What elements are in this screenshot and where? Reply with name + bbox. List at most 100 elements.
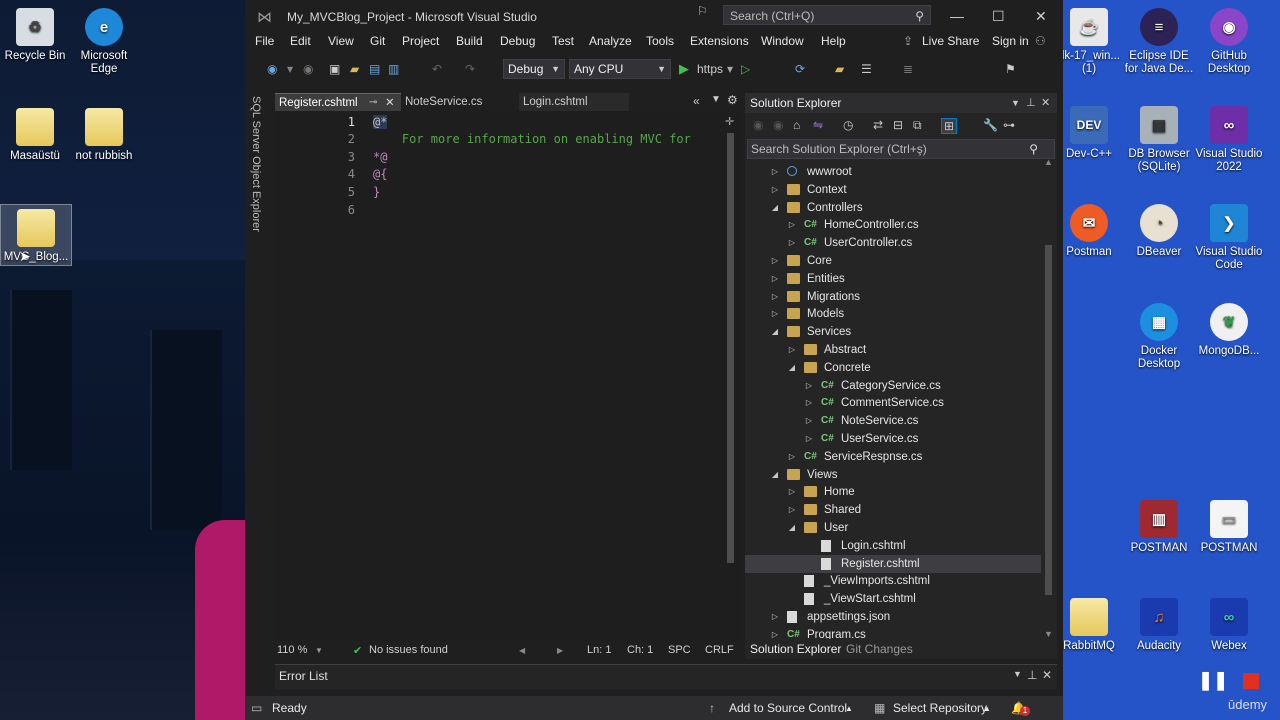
- desktop-icon-jdk[interactable]: ☕ dk-17_win... (1): [1053, 8, 1125, 76]
- collapsed-arrow-icon[interactable]: ▷: [804, 430, 814, 448]
- desktop-icon-mvc-blog[interactable]: MVC_Blog...: [0, 204, 72, 266]
- collapsed-arrow-icon[interactable]: ▷: [770, 305, 780, 323]
- line-ending-indicator[interactable]: CRLF: [705, 644, 734, 656]
- tree-node[interactable]: ▷ C# CommentService.cs: [745, 394, 1041, 412]
- format-icon[interactable]: ≣: [903, 60, 913, 78]
- tree-node[interactable]: ◢ Views: [745, 466, 1041, 484]
- tree-node[interactable]: ◢ Concrete: [745, 359, 1041, 377]
- desktop-icon-edge[interactable]: e Microsoft Edge: [68, 8, 140, 76]
- run-target-button[interactable]: https: [697, 60, 723, 78]
- code-line[interactable]: }: [373, 185, 380, 199]
- tree-node[interactable]: ▷ Shared: [745, 501, 1041, 519]
- scroll-tabs-icon[interactable]: «: [693, 94, 700, 108]
- menu-view[interactable]: View: [328, 34, 354, 48]
- sql-server-object-explorer-tab[interactable]: SQL Server Object Explorer: [250, 96, 262, 232]
- desktop-icon-devcpp[interactable]: DEV Dev-C++: [1053, 106, 1125, 161]
- desktop-icon-postman[interactable]: ✉ Postman: [1053, 204, 1125, 259]
- chevron-up-icon[interactable]: ▲: [983, 704, 991, 713]
- collapsed-arrow-icon[interactable]: ▷: [787, 234, 797, 252]
- close-tab-icon[interactable]: ✕: [385, 94, 395, 112]
- collapsed-arrow-icon[interactable]: ▷: [770, 252, 780, 270]
- solution-configs-icon[interactable]: ▣: [329, 60, 340, 78]
- collapsed-arrow-icon[interactable]: ▷: [804, 377, 814, 395]
- desktop-icon-not-rubbish[interactable]: not rubbish: [68, 108, 140, 163]
- desktop-icon-vscode[interactable]: ❯ Visual Studio Code: [1193, 204, 1265, 272]
- issues-status[interactable]: No issues found: [369, 644, 448, 656]
- expanded-arrow-icon[interactable]: ◢: [770, 466, 780, 484]
- collapsed-arrow-icon[interactable]: ▷: [787, 448, 797, 466]
- desktop-icon-db-browser[interactable]: ▤ DB Browser (SQLite): [1123, 106, 1195, 174]
- menu-project[interactable]: Project: [402, 34, 439, 48]
- pending-changes-icon[interactable]: ◷: [843, 118, 853, 132]
- code-editor[interactable]: 1 2 3 4 5 6 @* For more information on e…: [275, 111, 741, 641]
- tree-node[interactable]: ▷ appsettings.json: [745, 608, 1041, 626]
- scrollbar-thumb[interactable]: [1045, 245, 1052, 595]
- pause-icon[interactable]: ❚❚: [1198, 670, 1228, 692]
- collapsed-arrow-icon[interactable]: ▷: [787, 501, 797, 519]
- line-indicator[interactable]: Ln: 1: [587, 644, 611, 656]
- tree-node[interactable]: Login.cshtml: [745, 537, 1041, 555]
- filter-icon[interactable]: ⊞: [941, 118, 958, 134]
- split-icon[interactable]: ✛: [725, 115, 734, 128]
- desktop-icon-visual-studio[interactable]: ∞ Visual Studio 2022: [1193, 106, 1265, 174]
- collapsed-arrow-icon[interactable]: ▷: [770, 626, 780, 639]
- save-icon[interactable]: ▤: [369, 60, 380, 78]
- menu-build[interactable]: Build: [456, 34, 483, 48]
- live-share-button[interactable]: Live Share: [922, 34, 979, 48]
- column-indicator[interactable]: Ch: 1: [627, 644, 653, 656]
- desktop-icon-mongodb[interactable]: ❦ MongoDB...: [1193, 303, 1265, 358]
- pin-icon[interactable]: ⊥: [1026, 93, 1036, 113]
- desktop-icon-postman-archive[interactable]: ▥ POSTMAN: [1123, 500, 1195, 555]
- preview-icon[interactable]: ⊶: [1003, 118, 1015, 132]
- menu-edit[interactable]: Edit: [290, 34, 311, 48]
- browser-link-icon[interactable]: ▰: [835, 60, 844, 78]
- error-list-title[interactable]: Error List: [279, 669, 328, 683]
- nav-left-icon[interactable]: ◀: [519, 646, 525, 655]
- tree-node[interactable]: ▷ Context: [745, 181, 1041, 199]
- collapsed-arrow-icon[interactable]: ▷: [804, 394, 814, 412]
- tree-node[interactable]: Register.cshtml: [745, 554, 1041, 573]
- whitespace-indicator[interactable]: SPC: [668, 644, 691, 656]
- properties-icon[interactable]: 🔧: [983, 118, 998, 132]
- minimize-icon[interactable]: —: [950, 8, 964, 24]
- zoom-dropdown-icon[interactable]: ▼: [315, 646, 323, 655]
- expanded-arrow-icon[interactable]: ◢: [787, 359, 797, 377]
- tree-node[interactable]: ▷ Migrations: [745, 288, 1041, 306]
- tree-node[interactable]: ▷ Home: [745, 483, 1041, 501]
- editor-vertical-scrollbar[interactable]: ✛: [725, 116, 735, 639]
- open-folder-icon[interactable]: ▰: [350, 60, 359, 78]
- layout-icon[interactable]: ☰: [861, 60, 872, 78]
- refresh-icon[interactable]: ⟳: [795, 60, 805, 78]
- stop-record-icon[interactable]: [1243, 673, 1259, 689]
- desktop-icon-github[interactable]: ◉ GitHub Desktop: [1193, 8, 1265, 76]
- redo-icon[interactable]: ↷: [465, 60, 475, 78]
- tree-node[interactable]: ▷ wwwroot: [745, 163, 1041, 181]
- back-icon[interactable]: ◉: [267, 60, 277, 78]
- tab-register-cshtml[interactable]: Register.cshtml ⊸ ✕: [275, 93, 401, 111]
- tree-node[interactable]: ▷ C# UserController.cs: [745, 234, 1041, 252]
- dropdown-icon[interactable]: ▾: [287, 60, 293, 78]
- collapsed-arrow-icon[interactable]: ▷: [787, 483, 797, 501]
- menu-file[interactable]: File: [255, 34, 274, 48]
- menu-git[interactable]: Git: [370, 34, 385, 48]
- sign-in-button[interactable]: Sign in: [992, 34, 1029, 48]
- collapsed-arrow-icon[interactable]: ▷: [787, 341, 797, 359]
- menu-window[interactable]: Window: [761, 34, 804, 48]
- scroll-up-icon[interactable]: ▲: [1044, 157, 1053, 167]
- collapsed-arrow-icon[interactable]: ▷: [804, 412, 814, 430]
- scroll-down-icon[interactable]: ▼: [1044, 629, 1053, 639]
- home-icon[interactable]: ⌂: [793, 118, 800, 132]
- solution-explorer-scrollbar[interactable]: ▲ ▼: [1043, 157, 1053, 639]
- back-icon[interactable]: ◉: [753, 118, 763, 132]
- run-icon[interactable]: ▶: [679, 60, 689, 78]
- collapsed-arrow-icon[interactable]: ▷: [770, 270, 780, 288]
- tree-node[interactable]: ▷ Core: [745, 252, 1041, 270]
- tree-node[interactable]: ▷ C# UserService.cs: [745, 430, 1041, 448]
- tree-node[interactable]: ▷ C# CategoryService.cs: [745, 377, 1041, 395]
- collapse-all-icon[interactable]: ⊟: [893, 118, 903, 132]
- code-line[interactable]: For more information on enabling MVC for: [373, 132, 691, 146]
- account-icon[interactable]: ⚇: [1035, 34, 1046, 48]
- settings-icon[interactable]: ⚙: [727, 93, 738, 107]
- tree-node[interactable]: ◢ User: [745, 519, 1041, 537]
- tree-node[interactable]: ◢ Services: [745, 323, 1041, 341]
